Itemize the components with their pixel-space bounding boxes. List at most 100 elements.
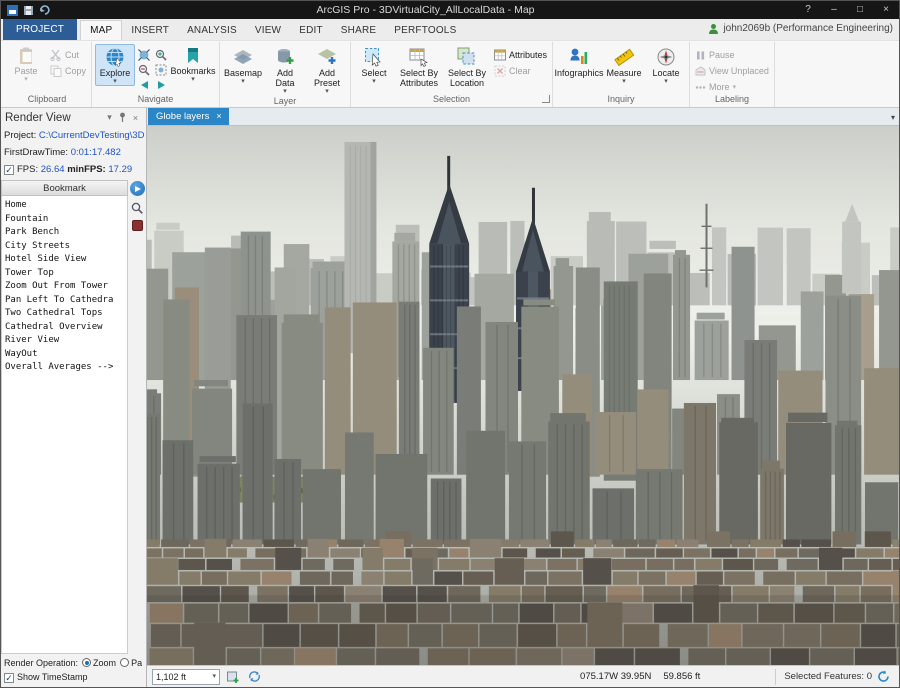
add-data-label: Add Data xyxy=(267,68,303,88)
minfps-label: minFPS: xyxy=(67,164,106,175)
select-by-location-label: Select By Location xyxy=(446,68,488,88)
panel-menu-icon[interactable]: ▾ xyxy=(103,112,116,123)
maximize-button[interactable]: □ xyxy=(847,1,873,19)
map-tab-close-icon[interactable]: × xyxy=(216,112,221,121)
measure-button[interactable]: Measure ▾ xyxy=(604,44,644,86)
sync-views-button[interactable] xyxy=(246,669,262,685)
bookmark-item[interactable]: Overall Averages --> xyxy=(5,361,127,375)
bookmark-item[interactable]: Hotel Side View xyxy=(5,253,127,267)
bookmark-item[interactable]: River View xyxy=(5,334,127,348)
tab-analysis[interactable]: ANALYSIS xyxy=(178,21,246,40)
help-button[interactable]: ? xyxy=(795,1,821,19)
attributes-button[interactable]: Attributes xyxy=(492,48,549,62)
map-3d-scene[interactable] xyxy=(147,126,899,665)
select-by-location-button[interactable]: Select By Location xyxy=(444,44,490,89)
more-caret-icon: ▾ xyxy=(733,84,737,91)
bookmark-item[interactable]: Two Cathedral Tops xyxy=(5,307,127,321)
full-extent-icon xyxy=(138,49,150,61)
paste-button[interactable]: Paste ▾ xyxy=(6,44,46,84)
locate-button[interactable]: Locate ▾ xyxy=(646,44,686,86)
zoom-radio[interactable] xyxy=(82,658,91,667)
basemap-button[interactable]: Basemap ▾ xyxy=(223,44,263,86)
previous-extent-button[interactable] xyxy=(137,78,151,91)
tab-overflow-icon[interactable]: ▾ xyxy=(891,113,895,122)
zoom-selection-button[interactable] xyxy=(154,63,168,76)
fps-checkbox[interactable]: ✓ xyxy=(4,165,14,175)
full-extent-button[interactable] xyxy=(137,48,151,61)
select-by-attributes-button[interactable]: Select By Attributes xyxy=(396,44,442,89)
render-view-header: Render View ▾ × xyxy=(1,108,146,127)
map-view[interactable] xyxy=(147,126,899,665)
refresh-icon[interactable] xyxy=(877,670,890,683)
more-button[interactable]: More ▾ xyxy=(693,80,771,94)
bookmark-item[interactable]: Tower Top xyxy=(5,267,127,281)
show-timestamp-row: ✓Show TimeStamp xyxy=(4,670,143,684)
bookmark-item[interactable]: City Streets xyxy=(5,240,127,254)
tab-map[interactable]: MAP xyxy=(80,20,122,40)
bookmark-item[interactable]: WayOut xyxy=(5,348,127,362)
group-labeling: Pause View Unplaced More ▾ Labeling xyxy=(690,42,775,107)
pause-button[interactable]: Pause xyxy=(693,48,771,62)
play-button[interactable] xyxy=(130,181,145,196)
fixed-zoom-in-icon xyxy=(155,49,167,61)
new-bookmark-icon xyxy=(227,670,240,683)
fixed-zoom-out-icon xyxy=(138,64,150,76)
record-icon[interactable] xyxy=(132,220,143,231)
bookmark-item[interactable]: Park Bench xyxy=(5,226,127,240)
pan-radio[interactable] xyxy=(120,658,129,667)
firstdraw-value: 0:01:17.482 xyxy=(71,147,121,158)
save-icon[interactable] xyxy=(23,5,34,16)
map-scale-combobox[interactable]: 1,102 ft ▾ xyxy=(152,669,220,685)
tab-edit[interactable]: EDIT xyxy=(290,21,332,40)
selection-launcher-icon[interactable] xyxy=(542,95,550,103)
fixed-zoom-in-button[interactable] xyxy=(154,48,168,61)
cut-label: Cut xyxy=(65,50,79,60)
select-button[interactable]: Select ▾ xyxy=(354,44,394,86)
minimize-button[interactable]: ‒ xyxy=(821,1,847,19)
fixed-zoom-out-button[interactable] xyxy=(137,63,151,76)
select-icon xyxy=(364,47,384,67)
add-preset-icon xyxy=(317,47,337,67)
undo-icon[interactable] xyxy=(39,5,50,16)
bookmark-item[interactable]: Cathedral Overview xyxy=(5,321,127,335)
cut-button[interactable]: Cut xyxy=(48,48,88,62)
add-preset-button[interactable]: Add Preset ▾ xyxy=(307,44,347,96)
tab-project[interactable]: PROJECT xyxy=(3,19,77,40)
map-tab-globe-layers[interactable]: Globe layers × xyxy=(148,108,229,125)
show-timestamp-checkbox[interactable]: ✓ xyxy=(4,673,14,683)
user-badge[interactable]: john2069b (Performance Engineering) xyxy=(708,23,893,34)
view-unplaced-icon xyxy=(695,66,706,77)
copy-button[interactable]: Copy xyxy=(48,64,88,78)
bookmarks-button[interactable]: Bookmarks ▾ xyxy=(170,44,216,84)
tab-view[interactable]: VIEW xyxy=(246,21,290,40)
bookmark-item[interactable]: Pan Left To Cathedra xyxy=(5,294,127,308)
clear-button[interactable]: Clear xyxy=(492,64,549,78)
paste-label: Paste xyxy=(14,66,37,76)
tab-perftools[interactable]: PERFTOOLS xyxy=(385,21,465,40)
bookmark-tools xyxy=(128,180,146,654)
next-extent-button[interactable] xyxy=(154,78,168,91)
clipboard-group-label: Clipboard xyxy=(6,94,88,107)
bookmark-item[interactable]: Zoom Out From Tower xyxy=(5,280,127,294)
tab-insert[interactable]: INSERT xyxy=(122,21,178,40)
window-controls: ? ‒ □ × xyxy=(795,1,899,19)
select-by-location-icon xyxy=(457,47,477,67)
show-timestamp-label: Show TimeStamp xyxy=(17,672,88,682)
infographics-button[interactable]: Infographics xyxy=(556,44,602,79)
play-icon xyxy=(135,186,141,192)
measure-caret-icon: ▾ xyxy=(622,78,626,85)
bookmark-column-header[interactable]: Bookmark xyxy=(1,180,128,196)
more-label: More xyxy=(709,82,730,92)
view-unplaced-button[interactable]: View Unplaced xyxy=(693,64,771,78)
panel-close-icon[interactable]: × xyxy=(129,113,142,123)
minfps-value: 17.29 xyxy=(108,164,132,175)
bookmark-item[interactable]: Home xyxy=(5,199,127,213)
explore-button[interactable]: Explore ▾ xyxy=(95,44,135,86)
zoom-bookmarks-icon[interactable] xyxy=(131,202,143,214)
add-data-button[interactable]: Add Data ▾ xyxy=(265,44,305,96)
close-button[interactable]: × xyxy=(873,1,899,19)
tab-share[interactable]: SHARE xyxy=(332,21,385,40)
new-bookmark-button[interactable] xyxy=(225,669,241,685)
bookmark-item[interactable]: Fountain xyxy=(5,213,127,227)
pin-icon[interactable] xyxy=(116,112,129,124)
